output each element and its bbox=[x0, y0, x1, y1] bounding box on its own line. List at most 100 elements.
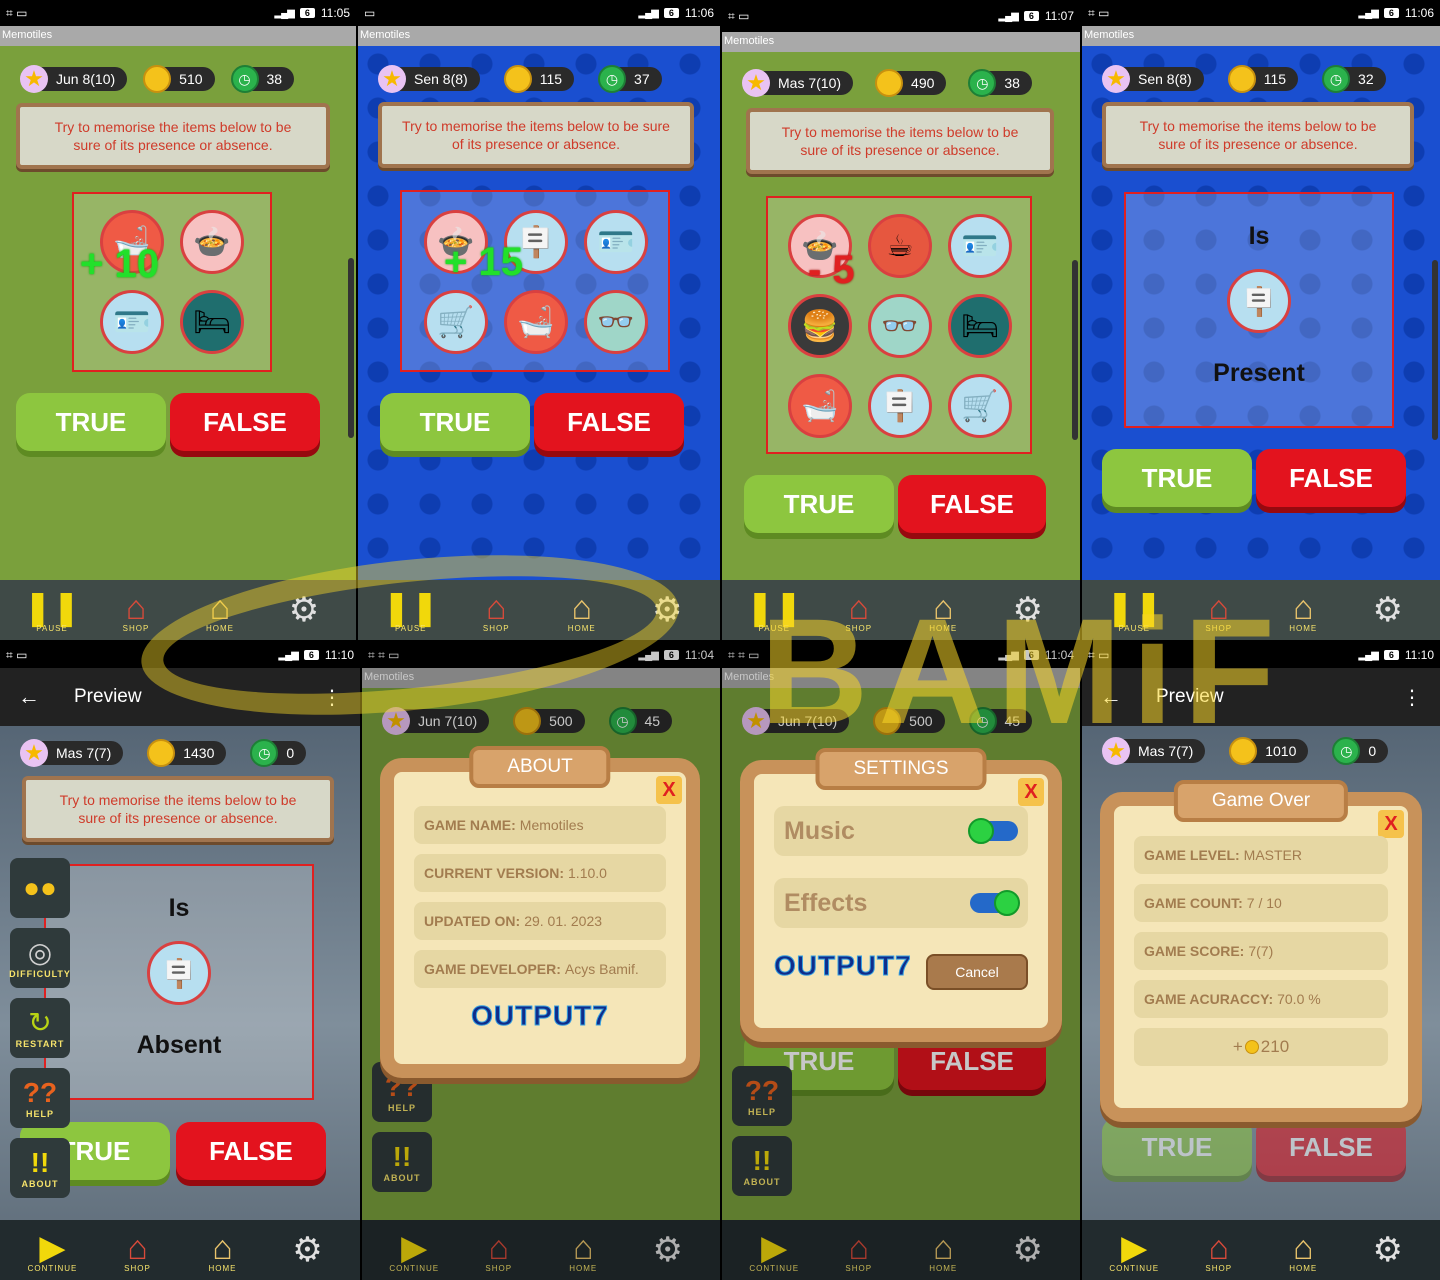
shop-button[interactable]: ⌂ SHOP bbox=[113, 1225, 163, 1275]
coin-icon bbox=[875, 69, 904, 97]
home-button[interactable]: ⌂ HOME bbox=[198, 1225, 248, 1275]
false-button[interactable]: FALSE bbox=[534, 393, 684, 451]
home-button[interactable]: ⌂ HOME bbox=[557, 585, 607, 635]
stroller-tile-icon[interactable]: 🛒 bbox=[948, 374, 1012, 438]
bottom-nav: ❚❚ PAUSE ⌂ SHOP ⌂ HOME ⚙ bbox=[358, 580, 720, 640]
effects-toggle[interactable] bbox=[970, 890, 1020, 916]
settings-button[interactable]: ⚙ bbox=[643, 1225, 693, 1275]
screen-5: ⌗ ▭ ▂▄▆ 6 11:10 ← Preview ⋮ ★ Mas 7(7) 1430… bbox=[0, 642, 360, 1280]
pause-button[interactable]: ❚❚ PAUSE bbox=[382, 585, 439, 635]
result-count: GAME COUNT: 7 / 10 bbox=[1134, 884, 1388, 922]
home-button[interactable]: ⌂ HOME bbox=[1278, 1225, 1328, 1275]
shop-button[interactable]: ⌂ SHOP bbox=[111, 585, 161, 635]
shop-icon: ⌂ bbox=[485, 588, 507, 627]
shop-button[interactable]: ⌂ SHOP bbox=[1194, 585, 1244, 635]
settings-button[interactable]: ⚙ bbox=[279, 585, 329, 635]
true-button[interactable]: TRUE bbox=[1102, 1118, 1252, 1176]
scrollbar[interactable] bbox=[1432, 260, 1438, 440]
stroller-tile-icon[interactable]: 🛒 bbox=[424, 290, 488, 354]
continue-button[interactable]: ▶ CONTINUE bbox=[749, 1225, 799, 1275]
pause-button[interactable]: ❚❚ PAUSE bbox=[746, 585, 803, 635]
coin-icon bbox=[1244, 1040, 1259, 1054]
glasses-tile-icon[interactable]: 👓 bbox=[584, 290, 648, 354]
burger-tile-icon[interactable]: 🍔 bbox=[788, 294, 852, 358]
gear-icon: ⚙ bbox=[288, 591, 320, 629]
battery-icon: 6 bbox=[1383, 650, 1399, 660]
signpost-tile-icon[interactable]: 🪧 bbox=[868, 374, 932, 438]
glasses-tile-icon[interactable]: 👓 bbox=[868, 294, 932, 358]
home-button[interactable]: ⌂ HOME bbox=[558, 1225, 608, 1275]
overflow-menu-icon[interactable]: ⋮ bbox=[1402, 685, 1422, 710]
pause-button[interactable]: ❚❚ PAUSE bbox=[24, 585, 81, 635]
bath-tile-icon[interactable]: 🛁 bbox=[788, 374, 852, 438]
difficulty-button[interactable]: ◎ DIFFICULTY bbox=[9, 928, 70, 988]
effects-label: Effects bbox=[784, 888, 868, 917]
scrollbar[interactable] bbox=[1072, 260, 1078, 440]
shop-button[interactable]: ⌂ SHOP bbox=[834, 1225, 884, 1275]
home-button[interactable]: ⌂ HOME bbox=[1278, 585, 1328, 635]
home-button[interactable]: ⌂ HOME bbox=[918, 585, 968, 635]
false-button[interactable]: FALSE bbox=[170, 393, 320, 451]
close-button[interactable]: X bbox=[656, 776, 682, 804]
scrollbar[interactable] bbox=[348, 258, 354, 438]
continue-button[interactable]: ▶ CONTINUE bbox=[389, 1225, 439, 1275]
shop-button[interactable]: ⌂ SHOP bbox=[471, 585, 521, 635]
false-button[interactable]: FALSE bbox=[898, 475, 1046, 533]
overflow-menu-icon[interactable]: ⋮ bbox=[322, 685, 342, 710]
back-arrow-icon[interactable]: ← bbox=[1100, 684, 1122, 710]
pot-tile-icon[interactable]: 🍲 bbox=[180, 210, 244, 274]
settings-button[interactable]: ⚙ bbox=[1003, 1225, 1053, 1275]
music-label: Music bbox=[784, 816, 855, 845]
pause-button[interactable]: ❚❚ PAUSE bbox=[1106, 585, 1163, 635]
close-button[interactable]: X bbox=[1018, 778, 1044, 806]
close-button[interactable]: X bbox=[1378, 810, 1404, 838]
clock-icon: ◷ bbox=[1322, 65, 1351, 93]
restart-button[interactable]: ↻ RESTART bbox=[10, 998, 70, 1058]
id-card-tile-icon[interactable]: 🪪 bbox=[584, 210, 648, 274]
cancel-button[interactable]: Cancel bbox=[926, 954, 1028, 990]
settings-button[interactable]: ⚙ bbox=[283, 1225, 333, 1275]
coins-side-button[interactable]: ●● bbox=[10, 858, 70, 918]
shop-button[interactable]: ⌂ SHOP bbox=[474, 1225, 524, 1275]
id-card-tile-icon[interactable]: 🪪 bbox=[100, 290, 164, 354]
continue-button[interactable]: ▶ CONTINUE bbox=[28, 1225, 78, 1275]
battery-icon: 6 bbox=[1383, 8, 1399, 18]
question-is: Is bbox=[168, 894, 190, 922]
home-button[interactable]: ⌂ HOME bbox=[918, 1225, 968, 1275]
music-toggle[interactable] bbox=[968, 818, 1018, 844]
back-arrow-icon[interactable]: ← bbox=[18, 684, 40, 710]
false-button[interactable]: FALSE bbox=[1256, 449, 1406, 507]
timer-chip: ◷ 38 bbox=[968, 69, 1032, 97]
settings-button[interactable]: ⚙ bbox=[1363, 1225, 1413, 1275]
false-button[interactable]: FALSE bbox=[176, 1122, 326, 1180]
sleep-tile-icon[interactable]: 🛏 bbox=[180, 290, 244, 354]
settings-button[interactable]: ⚙ bbox=[642, 585, 692, 635]
continue-button[interactable]: ▶ CONTINUE bbox=[1109, 1225, 1159, 1275]
about-button[interactable]: !! ABOUT bbox=[10, 1138, 70, 1198]
home-icon: ⌂ bbox=[932, 588, 954, 627]
id-card-tile-icon[interactable]: 🪪 bbox=[948, 214, 1012, 278]
about-row-name: GAME NAME: Memotiles bbox=[414, 806, 666, 844]
true-button[interactable]: TRUE bbox=[16, 393, 166, 451]
stats-bar: ★ Jun 8(10) 510 ◷ 38 bbox=[16, 64, 340, 94]
sleep-tile-icon[interactable]: 🛏 bbox=[948, 294, 1012, 358]
settings-button[interactable]: ⚙ bbox=[1003, 585, 1053, 635]
true-button[interactable]: TRUE bbox=[380, 393, 530, 451]
shop-button[interactable]: ⌂ SHOP bbox=[834, 585, 884, 635]
question-is: Is bbox=[1248, 222, 1270, 250]
settings-button[interactable]: ⚙ bbox=[1363, 585, 1413, 635]
bath-tile-icon[interactable]: 🛁 bbox=[504, 290, 568, 354]
help-button[interactable]: ?? HELP bbox=[732, 1066, 792, 1126]
help-button[interactable]: ?? HELP bbox=[10, 1068, 70, 1128]
home-button[interactable]: ⌂ HOME bbox=[195, 585, 245, 635]
true-button[interactable]: TRUE bbox=[1102, 449, 1252, 507]
true-button[interactable]: TRUE bbox=[744, 475, 894, 533]
instruction-box: Try to memorise the items below to be su… bbox=[22, 776, 334, 842]
coffee-machine-tile-icon[interactable]: ☕ bbox=[868, 214, 932, 278]
about-button[interactable]: !! ABOUT bbox=[732, 1136, 792, 1196]
shop-button[interactable]: ⌂ SHOP bbox=[1194, 1225, 1244, 1275]
false-button[interactable]: FALSE bbox=[1256, 1118, 1406, 1176]
toggle-knob bbox=[994, 890, 1020, 916]
signal-icon: ▂▄▆ bbox=[638, 649, 658, 661]
about-button[interactable]: !! ABOUT bbox=[372, 1132, 432, 1192]
